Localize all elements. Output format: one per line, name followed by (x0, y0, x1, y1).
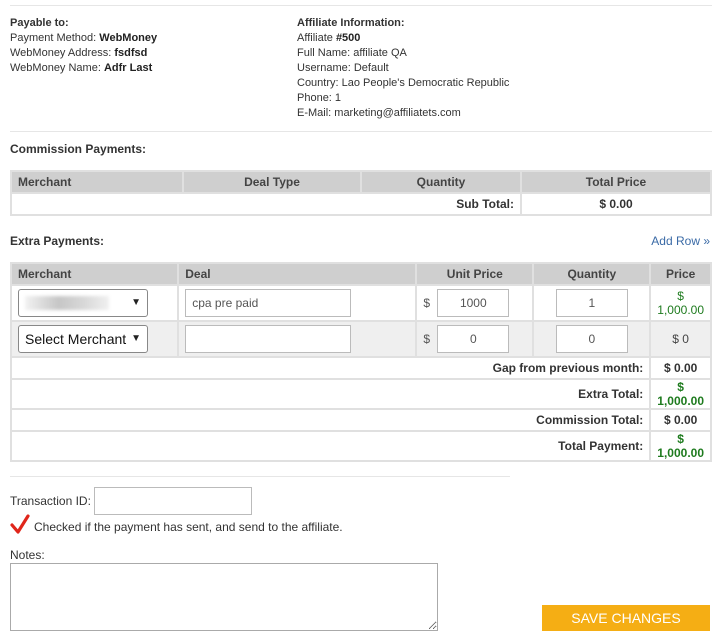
col-total-price: Total Price (522, 172, 710, 192)
chevron-down-icon: ▼ (131, 297, 141, 308)
deal-cell (179, 322, 416, 356)
add-row-link[interactable]: Add Row » (651, 234, 710, 248)
gap-label: Gap from previous month: (12, 358, 650, 378)
currency-symbol: $ (423, 332, 430, 346)
transaction-id-label: Transaction ID: (10, 494, 91, 508)
unit-price-cell: $ (417, 286, 533, 320)
payment-method-value: WebMoney (99, 32, 158, 44)
col-price: Price (651, 264, 710, 284)
payment-method: Payment Method: WebMoney (10, 32, 158, 44)
extra-row: Select Merchant ▼ $ $ 0 (12, 322, 710, 356)
chevron-down-icon: ▼ (131, 333, 141, 344)
extra-header-row: Merchant Deal Unit Price Quantity Price (12, 264, 710, 284)
affiliate-heading: Affiliate Information: (297, 17, 405, 29)
col-deal-type: Deal Type (184, 172, 360, 192)
sent-checkbox[interactable] (10, 514, 30, 534)
quantity-input[interactable] (555, 289, 628, 317)
col-quantity: Quantity (534, 264, 650, 284)
extra-row: ▼ $ $ 1,000.00 (12, 286, 710, 320)
affiliate-full-name: Full Name: affiliate QA (297, 47, 407, 59)
extra-title: Extra Payments: (10, 234, 105, 248)
totals-row-commission: Commission Total: $ 0.00 (12, 410, 710, 430)
deal-input[interactable] (185, 289, 352, 317)
totals-row-payment: Total Payment: $ 1,000.00 (12, 432, 710, 460)
price-value: $ 0 (651, 322, 710, 356)
unit-price-input[interactable] (437, 289, 510, 317)
affiliate-email: E-Mail: marketing@affiliatets.com (297, 107, 461, 119)
merchant-select[interactable]: Select Merchant ▼ (18, 325, 148, 353)
extra-total-label: Extra Total: (12, 380, 650, 408)
affiliate-country: Country: Lao People's Democratic Republi… (297, 77, 510, 89)
quantity-cell (534, 286, 650, 320)
col-quantity: Quantity (362, 172, 520, 192)
affiliate-id: Affiliate #500 (297, 32, 361, 44)
col-deal: Deal (179, 264, 416, 284)
commission-total-value: $ 0.00 (651, 410, 710, 430)
subtotal-value: $ 0.00 (522, 194, 710, 214)
webmoney-name-value: Adfr Last (103, 62, 153, 74)
subtotal-label: Sub Total: (12, 194, 520, 214)
merchant-cell: Select Merchant ▼ (12, 322, 178, 356)
top-divider (10, 5, 712, 6)
save-changes-button[interactable]: SAVE CHANGES (542, 605, 710, 631)
payable-heading: Payable to: (10, 17, 69, 29)
unit-price-input[interactable] (437, 325, 510, 353)
merchant-cell: ▼ (12, 286, 178, 320)
deal-cell (179, 286, 416, 320)
total-payment-label: Total Payment: (12, 432, 650, 460)
quantity-input[interactable] (555, 325, 628, 353)
deal-input[interactable] (185, 325, 352, 353)
quantity-cell (534, 322, 650, 356)
subtotal-row: Sub Total: $ 0.00 (12, 194, 710, 214)
notes-label: Notes: (10, 548, 45, 562)
extra-table: Merchant Deal Unit Price Quantity Price … (10, 262, 712, 462)
total-payment-value: $ 1,000.00 (651, 432, 710, 460)
commission-title: Commission Payments: (10, 142, 147, 156)
transaction-id-input[interactable] (94, 487, 252, 515)
commission-table: Merchant Deal Type Quantity Total Price … (10, 170, 712, 216)
sent-checkbox-label: Checked if the payment has sent, and sen… (34, 520, 343, 534)
webmoney-name: WebMoney Name: Adfr Last (10, 62, 153, 74)
commission-header-row: Merchant Deal Type Quantity Total Price (12, 172, 710, 192)
form-divider (10, 476, 510, 477)
webmoney-address: WebMoney Address: fsdfsd (10, 47, 148, 59)
commission-total-label: Commission Total: (12, 410, 650, 430)
notes-textarea[interactable] (10, 563, 438, 631)
currency-symbol: $ (423, 296, 430, 310)
affiliate-phone: Phone: 1 (297, 92, 342, 104)
merchant-select[interactable]: ▼ (18, 289, 148, 317)
gap-value: $ 0.00 (651, 358, 710, 378)
webmoney-address-value: fsdfsd (114, 47, 148, 59)
unit-price-cell: $ (417, 322, 533, 356)
redacted-merchant (25, 296, 109, 310)
col-unit-price: Unit Price (417, 264, 533, 284)
payable-block: Payable to: Payment Method: WebMoney Web… (10, 16, 270, 76)
extra-total-value: $ 1,000.00 (651, 380, 710, 408)
col-merchant: Merchant (12, 264, 178, 284)
col-merchant: Merchant (12, 172, 182, 192)
checkmark-icon (10, 514, 30, 534)
totals-row-gap: Gap from previous month: $ 0.00 (12, 358, 710, 378)
totals-row-extra: Extra Total: $ 1,000.00 (12, 380, 710, 408)
price-value: $ 1,000.00 (651, 286, 710, 320)
info-divider (10, 131, 712, 132)
affiliate-block: Affiliate Information: Affiliate #500 Fu… (297, 16, 597, 121)
affiliate-username: Username: Default (297, 62, 389, 74)
